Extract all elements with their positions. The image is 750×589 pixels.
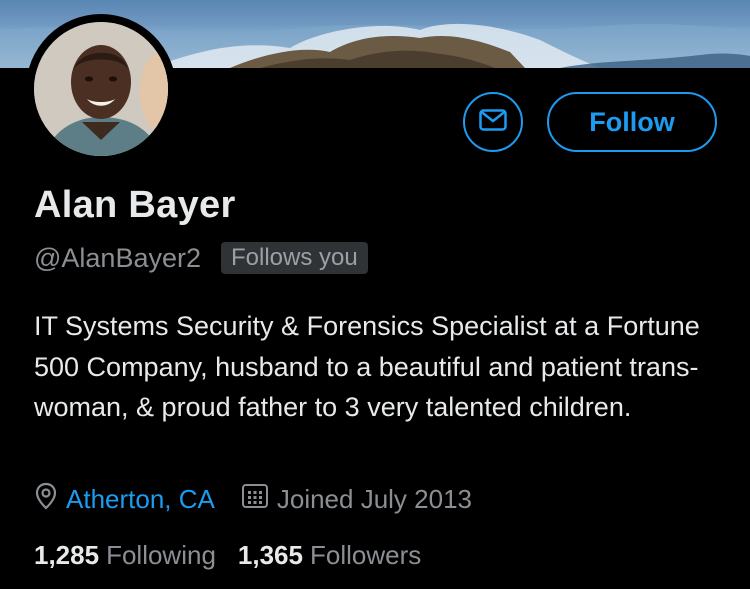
follows-you-badge: Follows you bbox=[221, 242, 368, 274]
profile-avatar[interactable] bbox=[26, 14, 176, 164]
profile-bio: IT Systems Security & Forensics Speciali… bbox=[34, 311, 700, 422]
message-button[interactable] bbox=[463, 92, 523, 152]
profile-name: Alan Bayer bbox=[34, 184, 236, 226]
avatar bbox=[34, 22, 168, 156]
following-link[interactable]: 1,285 Following bbox=[34, 540, 216, 571]
location-pin-icon bbox=[34, 482, 58, 517]
followers-count: 1,365 bbox=[237, 540, 303, 570]
mail-icon bbox=[479, 108, 507, 136]
follow-button[interactable]: Follow bbox=[547, 92, 717, 152]
calendar-icon bbox=[241, 482, 269, 517]
profile-handle: @AlanBayer2 bbox=[34, 242, 201, 273]
joined-date: Joined July 2013 bbox=[276, 484, 472, 514]
following-label: Following bbox=[106, 540, 216, 570]
following-count: 1,285 bbox=[34, 540, 100, 570]
location-item: Atherton, CA bbox=[34, 482, 215, 517]
handle-row: @AlanBayer2 Follows you bbox=[34, 242, 368, 274]
joined-item: Joined July 2013 bbox=[241, 482, 472, 517]
followers-label: Followers bbox=[309, 540, 422, 570]
location-link[interactable]: Atherton, CA bbox=[66, 484, 215, 515]
followers-link[interactable]: 1,365 Followers bbox=[238, 540, 421, 571]
profile-stats: 1,285 Following 1,365 Followers bbox=[34, 540, 421, 571]
profile-meta: Atherton, CA Joined July 2013 bbox=[34, 482, 472, 517]
